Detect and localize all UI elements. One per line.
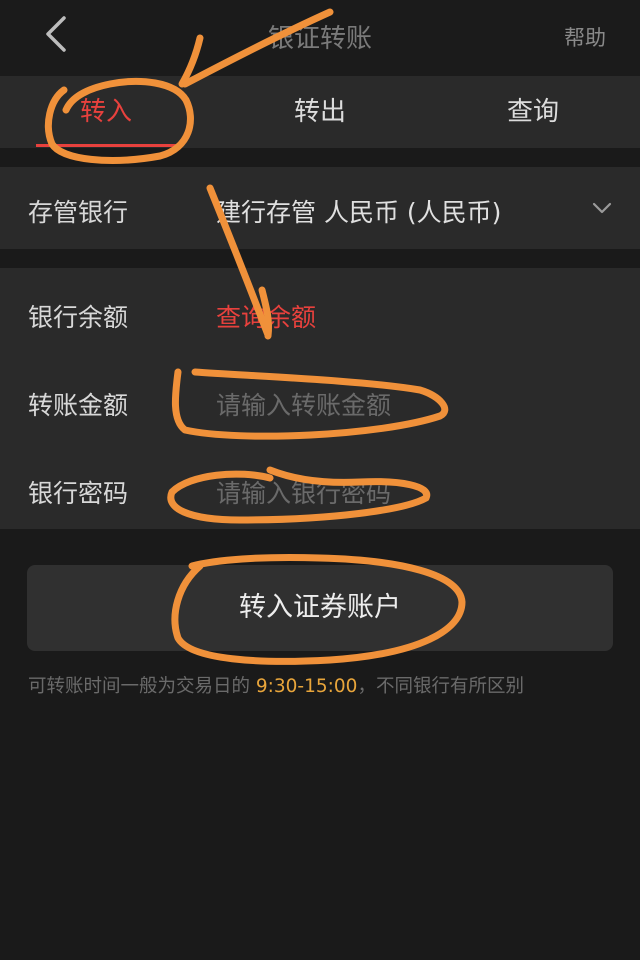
top-bar: 银证转账 帮助 [0, 0, 640, 76]
chevron-down-icon [592, 202, 612, 214]
tab-bar: 转入 转出 查询 [0, 76, 640, 148]
transfer-in-button[interactable]: 转入证券账户 [27, 565, 613, 651]
note-suffix: ，不同银行有所区别 [357, 676, 524, 697]
transfer-amount-label: 转账金额 [28, 391, 129, 420]
transfer-amount-input[interactable]: 请输入转账金额 [216, 386, 596, 422]
bank-password-input[interactable]: 请输入银行密码 [216, 474, 596, 510]
query-balance-link[interactable]: 查询余额 [216, 298, 316, 334]
page-title: 银证转账 [267, 24, 372, 54]
bank-password-label: 银行密码 [28, 479, 129, 508]
transfer-form: 银行余额 查询余额 转账金额 请输入转账金额 银行密码 请输入银行密码 [0, 268, 640, 529]
note-hours: 9:30-15:00 [255, 676, 358, 697]
custody-bank-label: 存管银行 [28, 198, 129, 227]
note-prefix: 可转账时间一般为交易日的 [28, 676, 256, 697]
tab-transfer-out[interactable]: 转出 [250, 76, 390, 148]
tab-query[interactable]: 查询 [463, 76, 603, 148]
bank-balance-label: 银行余额 [28, 303, 129, 332]
help-button[interactable]: 帮助 [564, 22, 606, 52]
custody-bank-select[interactable]: 存管银行 建行存管 人民币 (人民币) [0, 167, 640, 249]
custody-bank-value: 建行存管 人民币 (人民币) [216, 198, 502, 227]
transfer-time-note: 可转账时间一般为交易日的 9:30-15:00，不同银行有所区别 [28, 672, 524, 698]
tab-transfer-in[interactable]: 转入 [36, 76, 176, 148]
active-tab-indicator [36, 144, 176, 147]
